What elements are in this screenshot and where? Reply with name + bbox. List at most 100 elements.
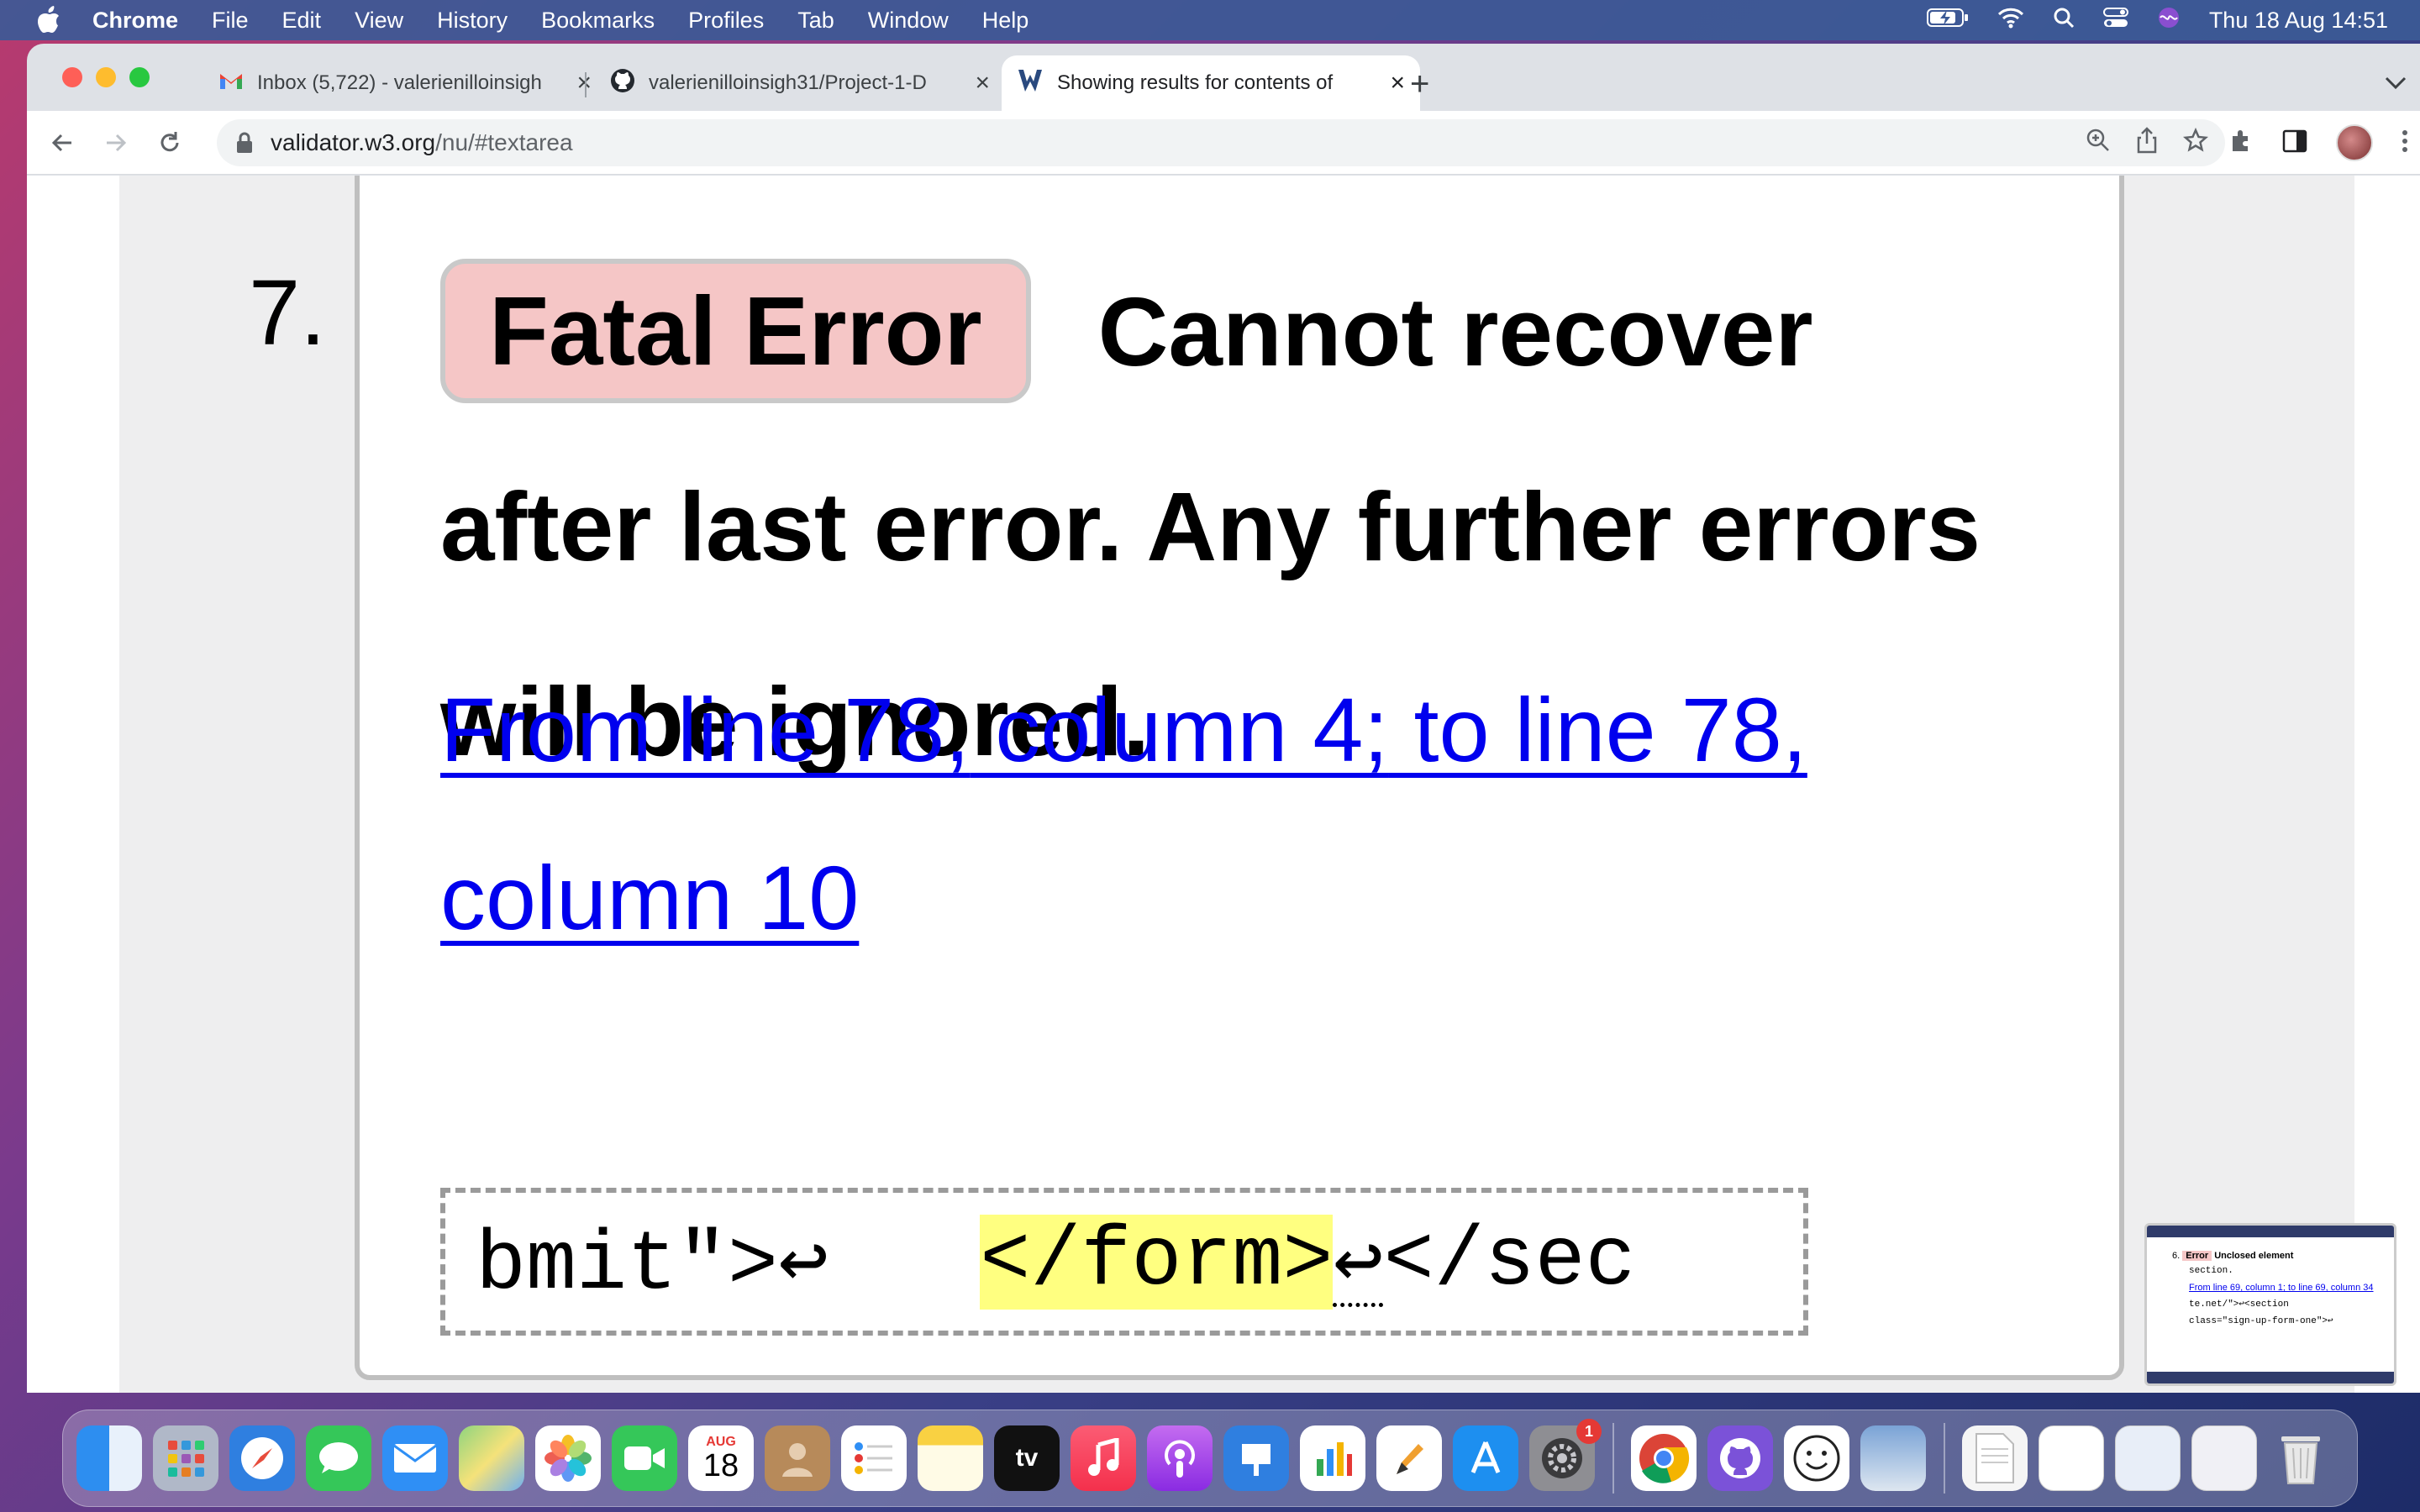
siri-icon[interactable] [2157,6,2181,35]
browser-toolbar: validator.w3.org/nu/#textarea [27,111,2420,175]
menu-view[interactable]: View [355,8,403,34]
system-preferences-icon[interactable]: 1 [1529,1419,1602,1491]
trash-icon[interactable] [2268,1425,2333,1491]
menu-app-name[interactable]: Chrome [92,8,178,34]
location-from-line[interactable]: From line 78, [440,679,970,780]
extract-after: </sec [1383,1214,1636,1310]
more-menu-icon[interactable] [2402,129,2408,158]
menu-history[interactable]: History [437,8,508,34]
error-location-link[interactable]: From line 78, column 4; to line 78, colum… [440,646,1995,982]
podcasts-icon[interactable] [1147,1425,1213,1491]
menu-help[interactable]: Help [982,8,1029,34]
thumbnail-code: class="sign-up-form-one">↩ [2189,1316,2333,1326]
new-tab-button[interactable]: + [1410,67,1429,101]
bookmark-star-icon[interactable] [2182,127,2209,159]
extract-highlight: </form> [980,1214,1334,1310]
code-extract: bmit">↩ </form> ↩ </sec [440,1188,1808,1336]
reminders-icon[interactable] [841,1425,907,1491]
apple-menu-icon[interactable] [34,6,64,34]
menu-profiles[interactable]: Profiles [688,8,764,34]
close-tab-icon[interactable]: × [975,69,990,97]
smiley-app-icon[interactable] [1784,1425,1849,1491]
calendar-day: 18 [702,1448,739,1483]
mail-icon[interactable] [382,1425,448,1491]
address-bar[interactable]: validator.w3.org/nu/#textarea [217,119,2225,166]
notes-icon[interactable] [918,1425,983,1491]
close-window-button[interactable] [62,67,82,87]
notification-badge: 1 [1576,1419,1602,1444]
tab-strip: Inbox (5,722) - valerienilloinsigh × val… [27,44,2420,111]
menu-edit[interactable]: Edit [282,8,322,34]
forward-button[interactable] [89,130,143,155]
tab-github[interactable]: valerienilloinsigh31/Project-1-D × [595,55,1005,111]
lock-icon[interactable] [235,132,254,154]
preview-icon[interactable] [1860,1425,1926,1491]
launchpad-icon[interactable] [153,1425,218,1491]
app-store-icon[interactable] [1453,1425,1518,1491]
location-to-line[interactable]: to line 78, [1388,679,1807,780]
menu-bar: Chrome File Edit View History Bookmarks … [0,0,2420,40]
tab-title: Inbox (5,722) - valerienilloinsigh [257,71,542,94]
thumbnail-num: 6. [2172,1251,2181,1261]
close-tab-icon[interactable]: × [1390,69,1405,97]
photos-icon[interactable] [535,1425,601,1491]
extract-gap [829,1215,980,1310]
thumbnail-bar [2147,1226,2394,1237]
calendar-icon[interactable]: AUG 18 [688,1425,754,1491]
tab-validator[interactable]: Showing results for contents of × [1002,55,1420,111]
menu-tab[interactable]: Tab [797,8,834,34]
finder-icon[interactable] [76,1425,142,1491]
menu-file[interactable]: File [212,8,249,34]
menu-clock[interactable]: Thu 18 Aug 14:51 [2209,8,2388,34]
url-path: /nu/#textarea [435,129,573,155]
zoom-icon[interactable] [2086,128,2111,159]
safari-icon[interactable] [229,1425,295,1491]
apple-tv-label: tv [1015,1444,1039,1472]
recent-window-icon[interactable] [2115,1425,2181,1491]
thumbnail-link: From line 69, column 1; to line 69, colu… [2189,1283,2374,1293]
extract-before: bmit">↩ [476,1219,829,1314]
profile-avatar[interactable] [2336,124,2373,161]
share-icon[interactable] [2136,126,2158,160]
docx-file-icon[interactable] [1962,1425,2028,1491]
thumbnail-title: Unclosed element [2214,1251,2294,1261]
menu-bookmarks[interactable]: Bookmarks [541,8,655,34]
recent-window-icon[interactable] [2039,1425,2104,1491]
contacts-icon[interactable] [765,1425,830,1491]
thumbnail-code: section. [2189,1266,2233,1276]
screenshot-thumbnail[interactable]: 6. Error Unclosed element section. From … [2144,1223,2396,1386]
recent-window-icon[interactable] [2191,1425,2257,1491]
minimize-window-button[interactable] [96,67,116,87]
fatal-error-badge: Fatal Error [440,259,1031,404]
back-button[interactable] [35,130,89,155]
pages-icon[interactable] [1376,1425,1442,1491]
keynote-icon[interactable] [1223,1425,1289,1491]
battery-icon[interactable] [1926,7,1969,34]
page-viewport: 7. Fatal Error Cannot recover after last … [27,176,2420,1393]
music-icon[interactable] [1071,1425,1136,1491]
side-panel-icon[interactable] [2282,129,2307,157]
spotlight-search-icon[interactable] [2053,7,2075,34]
location-from-column[interactable]: column 4; [970,679,1388,780]
github-desktop-icon[interactable] [1707,1425,1773,1491]
facetime-icon[interactable] [612,1425,677,1491]
browser-window: Inbox (5,722) - valerienilloinsigh × val… [27,44,2420,1393]
thumbnail-code: te.net/">↩<section [2189,1299,2289,1310]
zoom-window-button[interactable] [129,67,150,87]
reload-button[interactable] [143,130,197,155]
extensions-icon[interactable] [2228,129,2254,158]
control-center-icon[interactable] [2102,7,2128,34]
menu-window[interactable]: Window [868,8,949,34]
messages-icon[interactable] [306,1425,371,1491]
maps-icon[interactable] [459,1425,524,1491]
chrome-icon[interactable] [1631,1425,1697,1491]
numbers-icon[interactable] [1300,1425,1365,1491]
wifi-icon[interactable] [1997,7,2024,34]
result-number: 7. [249,261,326,365]
gmail-icon [218,71,244,97]
w3c-validator-icon [1017,68,1044,99]
tab-search-chevron-icon[interactable] [2385,69,2407,96]
tab-gmail[interactable]: Inbox (5,722) - valerienilloinsigh × [203,55,607,111]
location-to-column[interactable]: column 10 [440,847,859,948]
apple-tv-icon[interactable]: tv [994,1425,1060,1491]
